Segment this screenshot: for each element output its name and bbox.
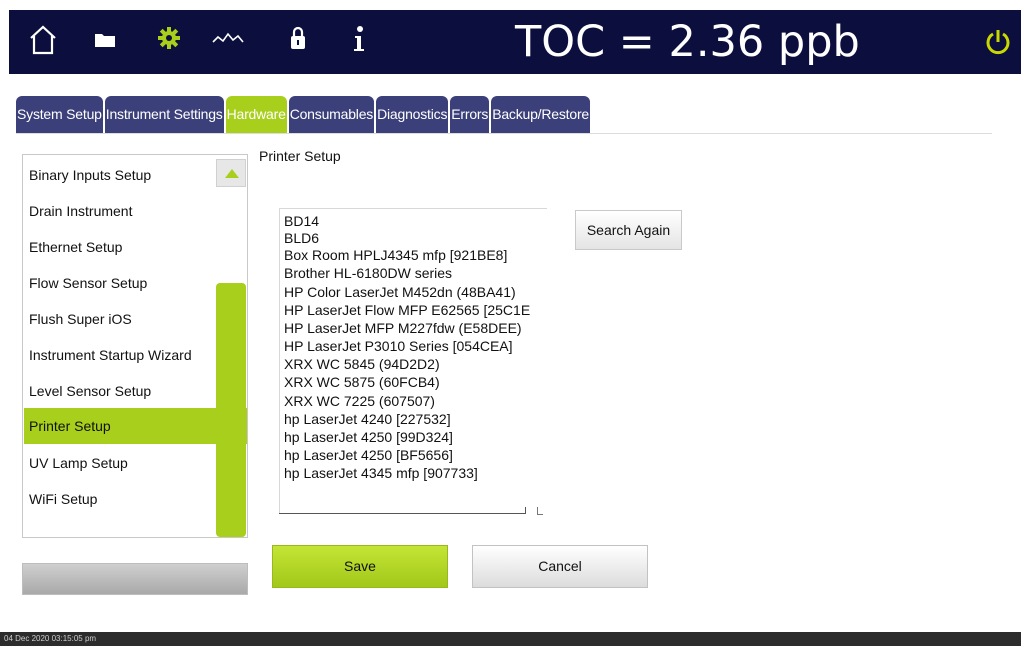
printer-item[interactable]: BD14 — [284, 213, 544, 230]
save-button[interactable]: Save — [272, 545, 448, 588]
printer-item[interactable]: XRX WC 7225 (607507) — [284, 393, 544, 410]
tab-bar: System Setup Instrument Settings Hardwar… — [16, 96, 592, 133]
printer-list[interactable]: BD14 BLD6 Box Room HPLJ4345 mfp [921BE8]… — [279, 208, 547, 514]
list-item-level-sensor-setup[interactable]: Level Sensor Setup — [24, 373, 215, 409]
list-item-uv-lamp-setup[interactable]: UV Lamp Setup — [24, 445, 215, 481]
tab-errors[interactable]: Errors — [450, 96, 490, 133]
printer-item[interactable]: HP LaserJet Flow MFP E62565 [25C1E — [284, 302, 544, 319]
printer-item[interactable]: hp LaserJet 4250 [99D324] — [284, 429, 544, 446]
list-edge-tick — [525, 507, 526, 514]
printer-item[interactable]: hp LaserJet 4345 mfp [907733] — [284, 465, 544, 482]
printer-item[interactable]: hp LaserJet 4240 [227532] — [284, 411, 544, 428]
gear-icon[interactable] — [157, 26, 181, 50]
list-item-binary-inputs-setup[interactable]: Binary Inputs Setup — [24, 157, 215, 193]
power-icon[interactable] — [985, 28, 1011, 56]
toc-readout: TOC = 2.36 ppb — [515, 17, 860, 67]
tab-system-setup[interactable]: System Setup — [16, 96, 103, 133]
printer-item[interactable]: BLD6 — [284, 230, 544, 247]
search-again-button[interactable]: Search Again — [575, 210, 682, 250]
printer-item[interactable]: HP Color LaserJet M452dn (48BA41) — [284, 284, 544, 301]
home-icon[interactable] — [28, 24, 58, 56]
trend-icon[interactable] — [212, 30, 244, 46]
tab-hardware[interactable]: Hardware — [225, 96, 287, 133]
folder-icon[interactable] — [94, 31, 116, 48]
header-bar: TOC = 2.36 ppb — [9, 10, 1021, 74]
printer-item[interactable]: XRX WC 5875 (60FCB4) — [284, 374, 544, 391]
resize-grip-icon[interactable] — [537, 507, 543, 515]
setup-list: Binary Inputs Setup Drain Instrument Eth… — [22, 154, 248, 538]
list-item-wifi-setup[interactable]: WiFi Setup — [24, 481, 215, 517]
tab-divider — [16, 133, 992, 134]
printer-item[interactable]: hp LaserJet 4250 [BF5656] — [284, 447, 544, 464]
tab-diagnostics[interactable]: Diagnostics — [376, 96, 449, 133]
printer-item[interactable]: XRX WC 5845 (94D2D2) — [284, 356, 544, 373]
list-item-instrument-startup-wizard[interactable]: Instrument Startup Wizard — [24, 337, 215, 373]
section-title: Printer Setup — [259, 148, 341, 164]
list-item-flush-super-ios[interactable]: Flush Super iOS — [24, 301, 215, 337]
printer-item[interactable]: Box Room HPLJ4345 mfp [921BE8] — [284, 247, 544, 264]
tab-backup-restore[interactable]: Backup/Restore — [491, 96, 590, 133]
tab-instrument-settings[interactable]: Instrument Settings — [104, 96, 224, 133]
list-action-button[interactable] — [22, 563, 248, 595]
list-item-flow-sensor-setup[interactable]: Flow Sensor Setup — [24, 265, 215, 301]
cancel-button[interactable]: Cancel — [472, 545, 648, 588]
printer-item[interactable]: HP LaserJet MFP M227fdw (E58DEE) — [284, 320, 544, 337]
printer-item[interactable]: HP LaserJet P3010 Series [054CEA] — [284, 338, 544, 355]
list-item-drain-instrument[interactable]: Drain Instrument — [24, 193, 215, 229]
status-bar: 04 Dec 2020 03:15:05 pm — [0, 632, 1021, 646]
lock-icon[interactable] — [290, 25, 306, 51]
tab-consumables[interactable]: Consumables — [288, 96, 375, 133]
list-bottom-edge — [279, 513, 526, 514]
list-item-ethernet-setup[interactable]: Ethernet Setup — [24, 229, 215, 265]
list-item-printer-setup[interactable]: Printer Setup — [24, 408, 247, 444]
scroll-up-button[interactable] — [216, 159, 246, 187]
status-datetime: 04 Dec 2020 03:15:05 pm — [4, 634, 97, 643]
info-icon[interactable] — [352, 25, 366, 53]
printer-item[interactable]: Brother HL-6180DW series — [284, 265, 544, 282]
